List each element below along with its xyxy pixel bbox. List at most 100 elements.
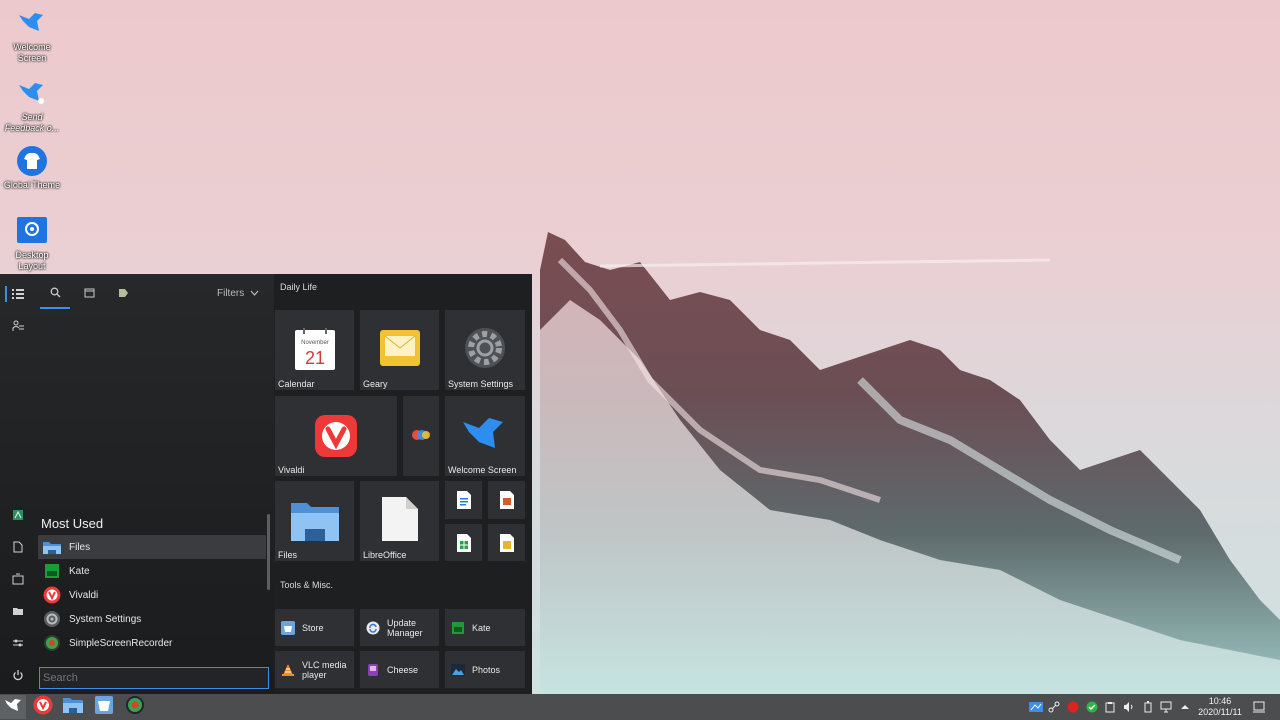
- most-used-item-simplescreenrecorder[interactable]: SimpleScreenRecorder: [38, 631, 266, 655]
- rail-documents-icon[interactable]: [6, 536, 30, 558]
- tile-geary[interactable]: Geary: [360, 310, 439, 390]
- tile-calc[interactable]: [445, 524, 482, 561]
- taskbar-vivaldi[interactable]: [30, 695, 56, 719]
- tile-label: Kate: [472, 622, 491, 633]
- tile-vivaldi[interactable]: Vivaldi: [275, 396, 397, 476]
- cheese-icon: [365, 662, 381, 678]
- store-icon: [94, 695, 114, 720]
- desktop-icon-send-feedback[interactable]: Send Feedback o...: [4, 76, 60, 134]
- tile-store[interactable]: Store: [275, 609, 354, 646]
- taskbar-store[interactable]: [91, 695, 117, 719]
- notification-center-icon[interactable]: [1252, 699, 1266, 715]
- section-title-daily-life: Daily Life: [280, 282, 318, 292]
- section-title-tools-misc: Tools & Misc.: [280, 580, 334, 590]
- tile-label: LibreOffice: [363, 550, 407, 560]
- tile-label: VLC media player: [302, 659, 347, 680]
- search-field[interactable]: [39, 667, 269, 689]
- tab-calendar[interactable]: [72, 284, 106, 304]
- taskbar-recorder[interactable]: [122, 695, 148, 719]
- taskbar: 10:46 2020/11/11: [0, 694, 1280, 720]
- rail-power-icon[interactable]: [6, 664, 30, 686]
- tile-files[interactable]: Files: [275, 481, 354, 561]
- photos-icon: [450, 662, 466, 678]
- desktop-icon-label: Global Theme: [3, 180, 61, 190]
- tile-label: Files: [278, 550, 298, 560]
- tile-cheese[interactable]: Cheese: [360, 651, 439, 688]
- desktop-icon-global-theme[interactable]: Global Theme: [4, 144, 60, 191]
- tile-label: Cheese: [387, 664, 419, 675]
- folder-icon: [42, 538, 62, 556]
- tray-display-icon[interactable]: [1159, 699, 1173, 715]
- rail-pictures-icon[interactable]: [6, 568, 30, 590]
- rail-user-avatar-icon[interactable]: [6, 504, 30, 526]
- tile-label: Photos: [472, 664, 501, 675]
- chevron-down-icon: [250, 288, 259, 299]
- most-used-scrollbar[interactable]: [267, 514, 270, 590]
- layout-icon: [15, 214, 49, 248]
- filters-label: Filters: [217, 288, 245, 299]
- most-used-item-vivaldi[interactable]: Vivaldi: [38, 583, 266, 607]
- tile-update-manager[interactable]: Update Manager: [360, 609, 439, 646]
- filters-dropdown[interactable]: Filters: [217, 288, 259, 299]
- most-used-item-label: Vivaldi: [69, 589, 99, 601]
- bird-feedback-icon: [15, 76, 49, 110]
- tile-label: Welcome Screen: [448, 465, 517, 475]
- tray-battery-icon[interactable]: [1141, 699, 1155, 715]
- gear-icon: [42, 610, 62, 628]
- desktop-icon-label: Send Feedback o...: [4, 112, 60, 133]
- tray-check-icon[interactable]: [1085, 699, 1099, 715]
- rail-user-icon[interactable]: [6, 315, 30, 337]
- tab-active-underline: [40, 307, 70, 309]
- folder-icon: [289, 499, 341, 543]
- tile-label: Vivaldi: [278, 465, 305, 475]
- tile-draw[interactable]: [488, 524, 525, 561]
- tab-search[interactable]: [38, 284, 72, 304]
- start-button[interactable]: [0, 695, 26, 719]
- rail-folder-icon[interactable]: [6, 600, 30, 622]
- tab-tags[interactable]: [106, 284, 140, 304]
- taskbar-files[interactable]: [60, 695, 86, 719]
- calendar-icon: [84, 288, 95, 301]
- tile-label: Update Manager: [387, 617, 423, 638]
- draw-icon: [498, 532, 516, 554]
- calendar-month: November: [301, 340, 329, 346]
- tray-recording-icon[interactable]: [1066, 699, 1080, 715]
- tile-impress[interactable]: [488, 481, 525, 519]
- tile-libreoffice[interactable]: LibreOffice: [360, 481, 439, 561]
- tile-photos[interactable]: Photos: [445, 651, 525, 688]
- tray-app-icon[interactable]: [1029, 699, 1043, 715]
- tile-system-settings[interactable]: System Settings: [445, 310, 525, 390]
- search-input[interactable]: [40, 668, 266, 688]
- store-icon: [280, 620, 296, 636]
- tile-label: System Settings: [448, 379, 514, 389]
- desktop-icon-desktop-layout[interactable]: Desktop Layout: [4, 214, 60, 272]
- vivaldi-icon: [33, 695, 53, 720]
- tile-kate[interactable]: Kate: [445, 609, 525, 646]
- tile-writer[interactable]: [445, 481, 482, 519]
- mail-icon: [379, 328, 421, 368]
- tray-volume-icon[interactable]: [1122, 699, 1136, 715]
- calendar-day: 21: [304, 348, 326, 368]
- most-used-item-label: SimpleScreenRecorder: [69, 637, 173, 649]
- tray-clipboard-icon[interactable]: [1103, 699, 1117, 715]
- tray-network-icon[interactable]: [1047, 699, 1061, 715]
- most-used-item-system-settings[interactable]: System Settings: [38, 607, 266, 631]
- tray-expand-icon[interactable]: [1178, 699, 1192, 715]
- start-menu-rail: [0, 274, 36, 694]
- taskbar-clock[interactable]: 10:46 2020/11/11: [1196, 696, 1244, 718]
- tile-calendar[interactable]: November 21 Calendar: [275, 310, 354, 390]
- rail-settings-icon[interactable]: [6, 632, 30, 654]
- tile-vlc[interactable]: VLC media player: [275, 651, 354, 688]
- tile-extra-app[interactable]: [403, 396, 439, 476]
- rail-all-apps-icon[interactable]: [6, 283, 30, 305]
- most-used-list: Files Kate Vivaldi System Settings Simpl…: [38, 535, 266, 655]
- desktop-icon-welcome-screen[interactable]: Welcome Screen: [4, 6, 60, 64]
- gear-icon: [463, 326, 507, 370]
- most-used-item-files[interactable]: Files: [38, 535, 266, 559]
- vivaldi-icon: [314, 414, 358, 458]
- search-icon: [50, 287, 61, 301]
- tile-label: Calendar: [278, 379, 315, 389]
- tile-welcome-screen[interactable]: Welcome Screen: [445, 396, 525, 476]
- most-used-item-kate[interactable]: Kate: [38, 559, 266, 583]
- clock-date: 2020/11/11: [1198, 707, 1242, 717]
